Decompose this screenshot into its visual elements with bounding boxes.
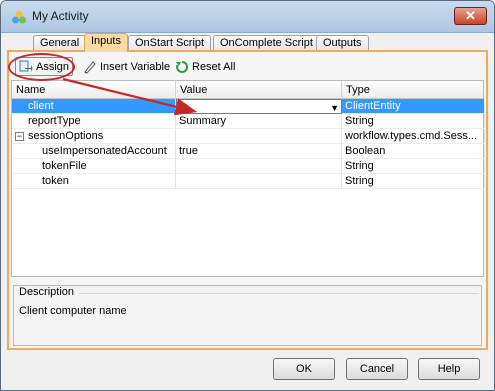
row-value[interactable] bbox=[176, 129, 342, 144]
close-button[interactable]: ✕ bbox=[454, 7, 487, 25]
tab-oncomplete-script[interactable]: OnComplete Script bbox=[213, 35, 320, 51]
row-type: workflow.types.cmd.Sess... bbox=[342, 129, 485, 144]
ok-button[interactable]: OK bbox=[273, 358, 335, 380]
table-row[interactable]: useImpersonatedAccount true Boolean bbox=[12, 144, 485, 159]
inputs-panel: Assign Insert Variable Reset All Name Va… bbox=[7, 50, 488, 350]
tab-strip: General Inputs OnStart Script OnComplete… bbox=[7, 33, 488, 52]
tab-outputs[interactable]: Outputs bbox=[316, 35, 369, 51]
row-name: useImpersonatedAccount bbox=[12, 144, 176, 159]
row-type: String bbox=[342, 159, 485, 174]
row-name: tokenFile bbox=[12, 159, 176, 174]
table-row[interactable]: − sessionOptions workflow.types.cmd.Sess… bbox=[12, 129, 485, 144]
row-name: sessionOptions bbox=[28, 130, 104, 142]
column-header-type[interactable]: Type bbox=[342, 81, 485, 99]
reset-all-label: Reset All bbox=[192, 60, 236, 73]
row-name-group: − sessionOptions bbox=[12, 129, 176, 144]
row-type: String bbox=[342, 114, 485, 129]
tab-inputs[interactable]: Inputs bbox=[84, 33, 128, 52]
activity-dialog: My Activity ✕ General Inputs OnStart Scr… bbox=[0, 0, 495, 391]
row-value[interactable]: Summary bbox=[176, 114, 342, 129]
insert-variable-button[interactable]: Insert Variable bbox=[80, 57, 173, 76]
tab-onstart-script[interactable]: OnStart Script bbox=[128, 35, 212, 51]
title-bar: My Activity ✕ bbox=[1, 1, 494, 33]
row-name: reportType bbox=[12, 114, 176, 129]
insert-variable-icon bbox=[84, 60, 96, 74]
help-button[interactable]: Help bbox=[418, 358, 480, 380]
cancel-button[interactable]: Cancel bbox=[346, 358, 408, 380]
assign-icon bbox=[19, 60, 33, 72]
column-header-value[interactable]: Value bbox=[176, 81, 342, 99]
description-title: Description bbox=[19, 286, 480, 298]
row-type: Boolean bbox=[342, 144, 485, 159]
insert-variable-label: Insert Variable bbox=[100, 60, 171, 73]
value-dropdown[interactable]: ▼ bbox=[176, 99, 342, 114]
inputs-grid: Name Value Type client ▼ ClientEntity re… bbox=[11, 80, 485, 277]
row-name: token bbox=[12, 174, 176, 189]
tab-general[interactable]: General bbox=[33, 35, 87, 51]
row-value[interactable] bbox=[176, 159, 342, 174]
assign-label: Assign bbox=[36, 60, 70, 73]
chevron-down-icon[interactable]: ▼ bbox=[330, 101, 339, 113]
grid-header: Name Value Type bbox=[12, 81, 483, 99]
row-type: ClientEntity bbox=[342, 99, 485, 114]
column-header-name[interactable]: Name bbox=[12, 81, 176, 99]
description-text: Client computer name bbox=[19, 305, 127, 317]
description-panel: Description Client computer name bbox=[13, 285, 482, 346]
activity-icon bbox=[12, 10, 26, 24]
table-row[interactable]: reportType Summary String bbox=[12, 114, 485, 129]
row-value[interactable]: true bbox=[176, 144, 342, 159]
row-value[interactable] bbox=[176, 174, 342, 189]
reset-all-button[interactable]: Reset All bbox=[172, 57, 238, 76]
row-type: String bbox=[342, 174, 485, 189]
toolbar: Assign Insert Variable Reset All bbox=[11, 54, 486, 78]
table-row[interactable]: token String bbox=[12, 174, 485, 189]
assign-button[interactable]: Assign bbox=[15, 57, 74, 76]
table-row[interactable]: tokenFile String bbox=[12, 159, 485, 174]
row-name: client bbox=[12, 99, 176, 114]
window-title: My Activity bbox=[32, 9, 89, 23]
dialog-footer: OK Cancel Help bbox=[7, 351, 488, 386]
collapse-icon[interactable]: − bbox=[15, 132, 24, 141]
reset-icon bbox=[176, 60, 189, 73]
table-row[interactable]: client ▼ ClientEntity bbox=[12, 99, 485, 114]
client-area: General Inputs OnStart Script OnComplete… bbox=[7, 33, 488, 386]
